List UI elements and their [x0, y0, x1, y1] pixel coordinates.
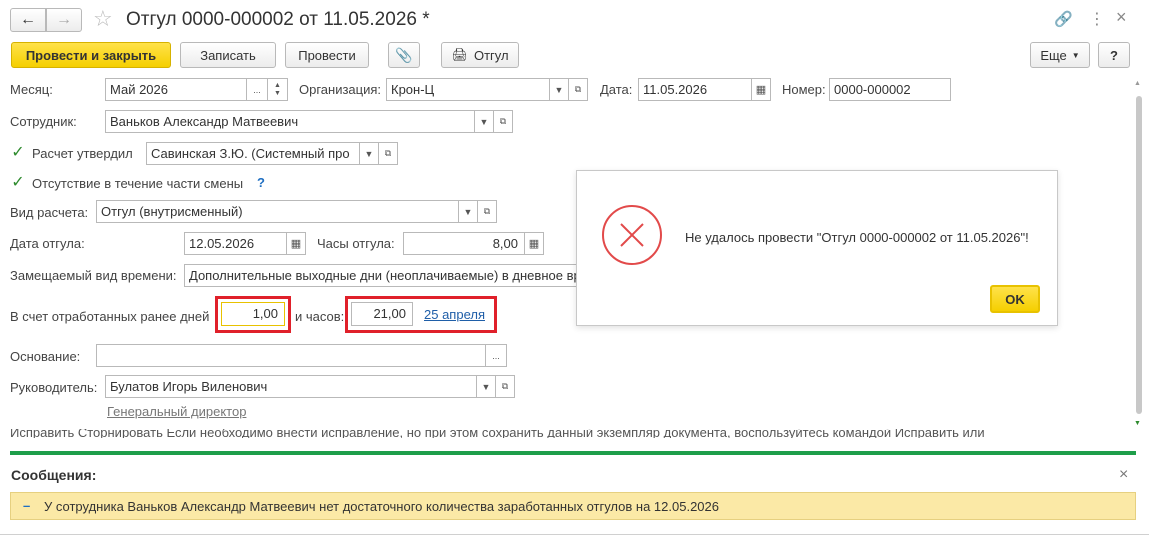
worked-days-label: В счет отработанных ранее дней [10, 309, 210, 324]
post-and-close-button[interactable]: Провести и закрыть [11, 42, 171, 68]
calendar-icon: ▦ [755, 84, 767, 96]
month-choose-button[interactable]: ... [246, 78, 268, 101]
back-button[interactable]: ← [10, 8, 46, 32]
print-label: Отгул [473, 47, 509, 63]
replaced-field[interactable]: Дополнительные выходные дни (неоплачивае… [184, 264, 584, 287]
date-link[interactable]: 25 апреля [424, 307, 485, 322]
org-field[interactable]: Крон-Ц [386, 78, 550, 101]
open-icon: ⧉ [483, 206, 491, 216]
attach-button[interactable]: 📎 [388, 42, 420, 68]
date-label: Дата: [600, 82, 633, 97]
off-hours-label: Часы отгула: [317, 236, 395, 251]
number-field[interactable]: 0000-000002 [829, 78, 951, 101]
approved-label: Расчет утвердил [32, 146, 133, 161]
more-vertical-icon[interactable]: ⋮ [1089, 9, 1105, 29]
date-field[interactable]: 11.05.2026 [638, 78, 752, 101]
star-icon[interactable]: ☆ [93, 6, 113, 32]
month-stepper[interactable]: ▲ ▼ [267, 78, 288, 101]
scrollbar-thumb[interactable] [1136, 96, 1142, 414]
hours-field[interactable]: 21,00 [351, 302, 413, 326]
approved-checkbox[interactable]: ✓ [11, 144, 25, 161]
approved-open-button[interactable]: ⧉ [378, 142, 398, 165]
messages-title: Сообщения: [11, 467, 97, 483]
help-button[interactable]: ? [1098, 42, 1130, 68]
post-button[interactable]: Провести [285, 42, 369, 68]
error-icon [602, 205, 662, 265]
calc-type-dropdown-button[interactable]: ▼ [458, 200, 478, 223]
printer-icon: 🖨 [451, 47, 468, 62]
number-label: Номер: [782, 82, 826, 97]
off-hours-field[interactable]: 8,00 [403, 232, 525, 255]
approved-dropdown-button[interactable]: ▼ [359, 142, 379, 165]
open-icon: ⧉ [499, 116, 507, 126]
footer-note: Исправить Сторнировать Если необходимо в… [10, 429, 985, 438]
employee-open-button[interactable]: ⧉ [493, 110, 513, 133]
close-icon[interactable]: × [1116, 7, 1127, 28]
open-icon: ⧉ [501, 381, 509, 391]
date-calendar-button[interactable]: ▦ [751, 78, 771, 101]
calc-type-field[interactable]: Отгул (внутрисменный) [96, 200, 459, 223]
scroll-up-icon[interactable]: ▲ [1134, 80, 1141, 87]
calendar-icon: ▦ [290, 238, 302, 250]
bottom-border [0, 534, 1149, 535]
approved-field[interactable]: Савинская З.Ю. (Системный про [146, 142, 360, 165]
message-item[interactable]: – У сотрудника Ваньков Александр Матвеев… [10, 492, 1136, 520]
off-hours-calculator-button[interactable]: ▦ [524, 232, 544, 255]
head-open-button[interactable]: ⧉ [495, 375, 515, 398]
panel-separator [10, 451, 1136, 455]
help-icon[interactable]: ? [257, 175, 265, 190]
calc-type-label: Вид расчета: [10, 205, 89, 220]
off-date-calendar-button[interactable]: ▦ [286, 232, 306, 255]
message-bullet: – [23, 498, 31, 513]
head-position: Генеральный директор [107, 404, 247, 419]
head-field[interactable]: Булатов Игорь Виленович [105, 375, 477, 398]
head-dropdown-button[interactable]: ▼ [476, 375, 496, 398]
hours-label: и часов: [295, 309, 345, 324]
arrow-left-icon: ← [20, 11, 36, 28]
off-date-field[interactable]: 12.05.2026 [184, 232, 287, 255]
print-button[interactable]: 🖨 Отгул [441, 42, 519, 68]
employee-label: Сотрудник: [10, 114, 77, 129]
link-icon[interactable]: 🔗 [1054, 10, 1073, 28]
head-label: Руководитель: [10, 380, 98, 395]
calc-type-open-button[interactable]: ⧉ [477, 200, 497, 223]
partial-shift-label: Отсутствие в течение части смены [32, 176, 244, 191]
messages-close-icon[interactable]: × [1119, 466, 1128, 484]
footer-note-clip: Исправить Сторнировать Если необходимо в… [10, 429, 1130, 438]
more-label: Еще [1040, 47, 1067, 63]
save-button[interactable]: Записать [180, 42, 276, 68]
org-open-button[interactable]: ⧉ [568, 78, 588, 101]
paperclip-icon: 📎 [395, 46, 413, 63]
forward-button[interactable]: → [46, 8, 82, 32]
open-icon: ⧉ [574, 84, 582, 94]
basis-label: Основание: [10, 349, 81, 364]
org-dropdown-button[interactable]: ▼ [549, 78, 569, 101]
basis-choose-button[interactable]: ... [485, 344, 507, 367]
month-label: Месяц: [10, 82, 53, 97]
month-field[interactable]: Май 2026 [105, 78, 247, 101]
more-button[interactable]: Еще ▼ [1030, 42, 1090, 68]
replaced-label: Замещаемый вид времени: [10, 268, 177, 283]
scroll-down-icon[interactable]: ▼ [1134, 420, 1141, 427]
message-text: У сотрудника Ваньков Александр Матвеевич… [44, 499, 719, 514]
ok-button[interactable]: OK [990, 285, 1040, 313]
dialog-message: Не удалось провести "Отгул 0000-000002 о… [685, 230, 1029, 245]
open-icon: ⧉ [384, 148, 392, 158]
title-bar: ← → ☆ Отгул 0000-000002 от 11.05.2026 * … [0, 0, 1149, 40]
chevron-down-icon: ▼ [1071, 50, 1080, 60]
org-label: Организация: [299, 82, 382, 97]
partial-shift-checkbox[interactable]: ✓ [11, 174, 25, 191]
employee-dropdown-button[interactable]: ▼ [474, 110, 494, 133]
employee-field[interactable]: Ваньков Александр Матвеевич [105, 110, 475, 133]
basis-field[interactable] [96, 344, 486, 367]
page-title: Отгул 0000-000002 от 11.05.2026 * [126, 9, 430, 30]
error-dialog: Не удалось провести "Отгул 0000-000002 о… [576, 170, 1058, 326]
calculator-icon: ▦ [528, 238, 540, 250]
arrow-right-icon: → [56, 11, 72, 28]
off-date-label: Дата отгула: [10, 236, 85, 251]
scrollbar-track[interactable]: ▲ ▼ [1134, 80, 1144, 427]
worked-days-field[interactable]: 1,00 [221, 302, 285, 326]
